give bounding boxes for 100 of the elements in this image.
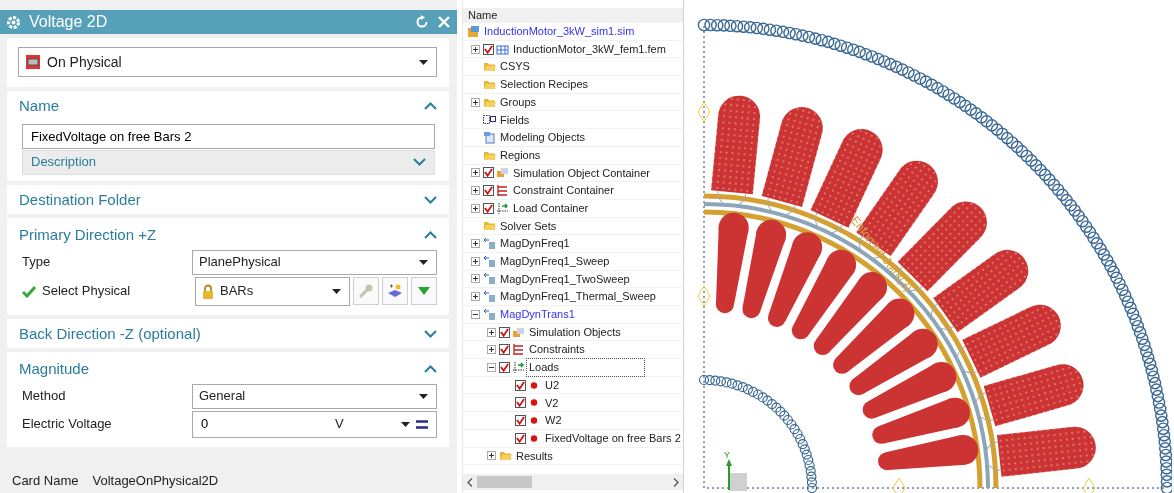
expand-icon[interactable] [470, 186, 480, 196]
tree-item[interactable]: InductionMotor_3kW_fem1.fem [511, 40, 668, 58]
tree-item[interactable]: Loads [527, 359, 644, 376]
settings-gear-icon[interactable] [6, 14, 21, 30]
expand-chevron-icon[interactable] [413, 158, 426, 166]
collapse-chevron-icon[interactable] [424, 102, 437, 111]
equals-icon[interactable] [416, 419, 428, 429]
caret-icon [419, 59, 428, 65]
load-icon [496, 201, 509, 215]
expand-chevron-icon[interactable] [424, 195, 437, 204]
expand-icon[interactable] [470, 239, 480, 249]
visibility-checkbox[interactable] [483, 167, 494, 179]
mesh-select-button[interactable] [382, 277, 408, 305]
simulation-object-icon [512, 325, 525, 339]
selection-dropdown[interactable]: BARs [195, 276, 350, 306]
section-title[interactable]: Magnitude [19, 358, 90, 381]
section-title[interactable]: Primary Direction +Z [19, 224, 157, 247]
more-options-button[interactable] [411, 277, 437, 305]
tree-item[interactable]: MagDynFreq1 [498, 235, 572, 252]
reset-icon[interactable] [415, 15, 429, 29]
tree-item[interactable]: InductionMotor_3kW_sim1.sim [482, 23, 637, 40]
expand-icon[interactable] [486, 345, 496, 355]
tree-item[interactable]: Constraint Container [511, 182, 616, 199]
close-icon[interactable] [437, 15, 451, 29]
collapse-chevron-icon[interactable] [424, 231, 437, 240]
expand-icon[interactable] [486, 327, 496, 337]
scrollbar-thumb[interactable] [477, 476, 532, 488]
tree-item[interactable]: U2 [543, 376, 562, 394]
option-dropdown[interactable]: PlanePhysical [192, 249, 437, 275]
tree-item[interactable]: Simulation Objects [527, 323, 623, 341]
tree-item[interactable]: Fields [498, 111, 532, 129]
visibility-checkbox[interactable] [515, 414, 526, 426]
card-name-value: VoltageOnPhysical2D [92, 472, 219, 491]
tree-item[interactable]: Selection Recipes [498, 76, 591, 93]
visibility-checkbox[interactable] [483, 202, 494, 214]
horizontal-scrollbar[interactable] [463, 474, 683, 490]
expand-icon[interactable] [470, 292, 480, 302]
dropdown-triangle-icon [418, 287, 430, 295]
type-dropdown[interactable]: On Physical [18, 47, 437, 77]
expression-field[interactable]: 0 V [192, 410, 437, 438]
solution-icon [483, 307, 496, 321]
scroll-left-icon[interactable] [467, 477, 473, 487]
tree-item[interactable]: FixedVoltage on free Bars 2 [543, 429, 683, 447]
unit-dropdown[interactable]: V [335, 414, 395, 434]
tree-item[interactable]: Modeling Objects [498, 129, 587, 146]
tree-item[interactable]: Groups [498, 93, 539, 111]
tree-item[interactable]: V2 [543, 394, 561, 412]
tree-item[interactable]: W2 [543, 412, 564, 429]
tree-item[interactable]: MagDynFreq1_TwoSweep [498, 270, 632, 288]
tree-item[interactable]: CSYS [498, 58, 532, 75]
solution-icon [483, 272, 496, 286]
visibility-checkbox[interactable] [499, 361, 510, 373]
scroll-right-icon[interactable] [673, 477, 679, 487]
column-header[interactable]: Name [463, 8, 683, 23]
field-label: Method [22, 387, 66, 406]
expand-icon[interactable] [470, 44, 480, 54]
constraint-icon [496, 184, 509, 198]
name-input-field[interactable]: FixedVoltage on free Bars 2 [22, 123, 435, 149]
collapse-icon[interactable] [470, 309, 480, 319]
tree-item[interactable]: Load Container [511, 199, 591, 217]
tree-item[interactable]: Regions [498, 146, 543, 164]
visibility-checkbox[interactable] [515, 397, 526, 409]
expand-icon[interactable] [470, 203, 480, 213]
section-title[interactable]: Name [19, 95, 59, 118]
collapse-chevron-icon[interactable] [424, 365, 437, 374]
tree-item[interactable]: MagDynFreq1_Sweep [498, 253, 612, 270]
visibility-checkbox[interactable] [483, 43, 494, 55]
collapse-icon[interactable] [486, 362, 496, 372]
folder-icon [483, 60, 496, 74]
folder-icon [499, 449, 512, 463]
folder-icon [483, 219, 496, 233]
mesh-file-icon [496, 42, 509, 56]
tree-item[interactable]: Simulation Object Container [511, 164, 652, 182]
visibility-checkbox[interactable] [515, 379, 526, 391]
field-label: Select Physical [42, 282, 131, 301]
field-label: Electric Voltage [22, 415, 112, 434]
tree-item[interactable]: MagDynTrans1 [498, 306, 577, 323]
description-section-header[interactable]: Description [22, 149, 435, 175]
visibility-checkbox[interactable] [499, 344, 510, 356]
expand-icon[interactable] [470, 97, 480, 107]
expand-icon[interactable] [470, 274, 480, 284]
tree-item[interactable]: MagDynFreq1_Thermal_Sweep [498, 288, 658, 305]
tree-item[interactable]: Results [514, 447, 555, 465]
expand-icon[interactable] [470, 168, 480, 178]
mesh-icon [387, 283, 403, 299]
section-title[interactable]: Description [31, 152, 97, 172]
tree-item[interactable]: Solver Sets [498, 217, 559, 235]
simulation-file-icon [467, 24, 480, 38]
visibility-checkbox[interactable] [483, 185, 494, 197]
modeling-objects-icon [483, 130, 496, 144]
fields-icon [483, 113, 496, 127]
visibility-checkbox[interactable] [499, 326, 510, 338]
visibility-checkbox[interactable] [515, 432, 526, 444]
caret-icon [419, 259, 428, 265]
option-dropdown[interactable]: General [192, 383, 437, 409]
expand-icon[interactable] [470, 256, 480, 266]
expand-chevron-icon[interactable] [424, 329, 437, 338]
expand-icon[interactable] [486, 451, 496, 461]
solution-icon [483, 254, 496, 268]
tree-item[interactable]: Constraints [527, 341, 587, 358]
